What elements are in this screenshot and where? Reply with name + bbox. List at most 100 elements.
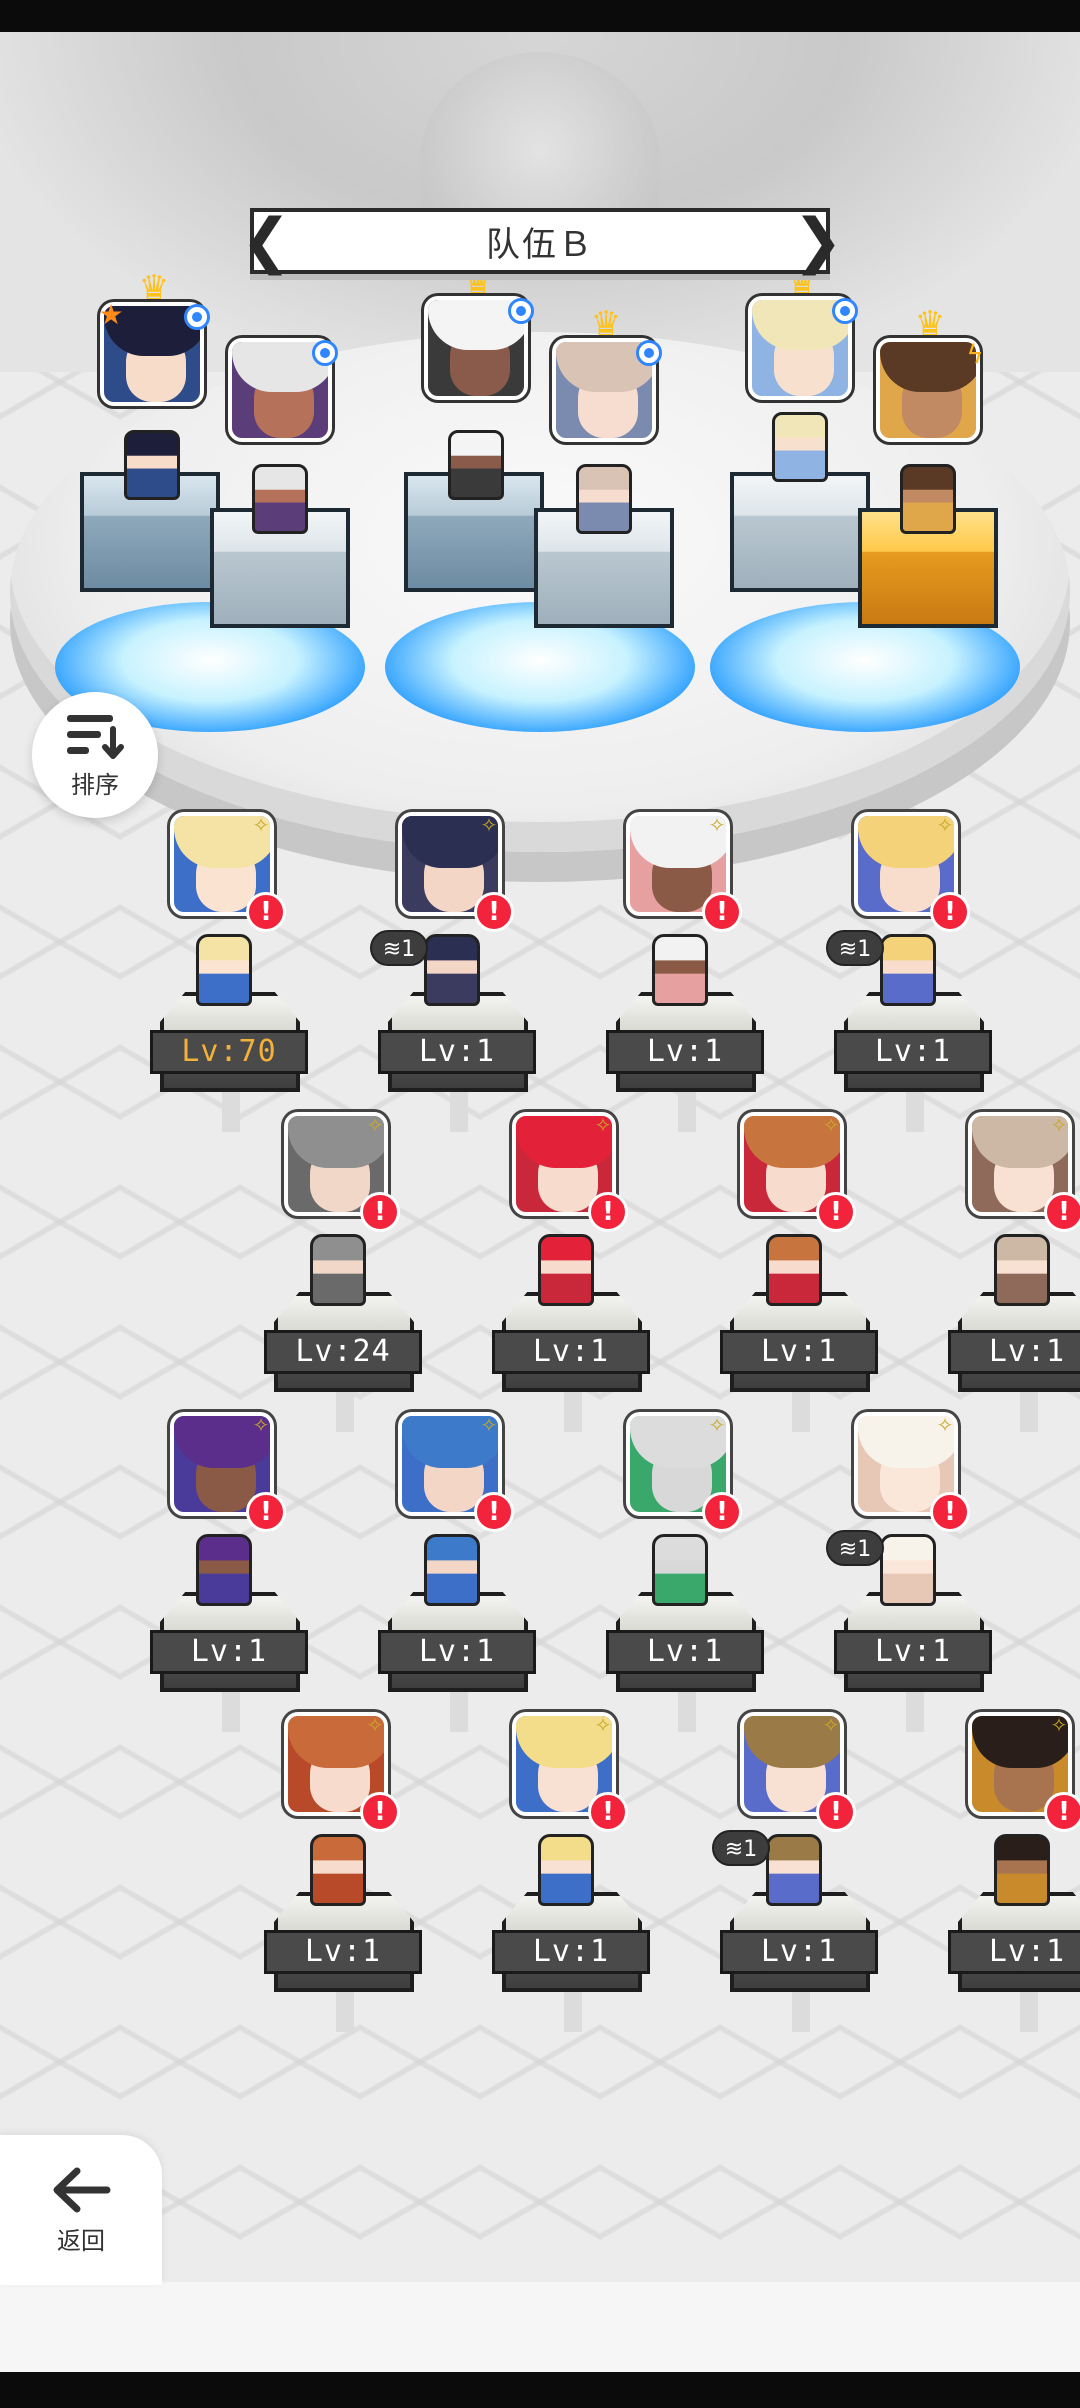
hero-figure <box>994 1834 1050 1906</box>
hero-level: Lv:1 <box>948 1330 1080 1374</box>
back-button[interactable]: 返回 <box>0 2135 162 2285</box>
alert-icon: ! <box>246 892 286 932</box>
alert-icon: ! <box>474 892 514 932</box>
hero-level: Lv:1 <box>720 1330 878 1374</box>
hero-figure <box>652 934 708 1006</box>
hero-figure <box>880 1534 936 1606</box>
hero-level: Lv:1 <box>150 1630 308 1674</box>
copies-badge: ≋1 <box>712 1830 770 1866</box>
lightning-icon: ϟ <box>966 340 984 370</box>
hero-level: Lv:70 <box>150 1030 308 1074</box>
hero-figure <box>196 934 252 1006</box>
team-title: 队伍Ｂ <box>486 224 594 265</box>
hero-level: Lv:1 <box>606 1030 764 1074</box>
formation-hero-figure[interactable] <box>124 430 180 500</box>
next-team-button[interactable]: ❯ <box>793 208 843 274</box>
hero-card[interactable]: Lv:24 ✧! <box>264 1112 434 1412</box>
hero-card[interactable]: Lv:1 ✧! <box>264 1712 434 2012</box>
hero-figure <box>994 1234 1050 1306</box>
copies-badge: ≋1 <box>370 930 428 966</box>
hero-card[interactable]: Lv:1 ✧! <box>378 1412 548 1712</box>
alert-icon: ! <box>246 1492 286 1532</box>
alert-icon: ! <box>702 892 742 932</box>
hero-figure <box>196 1534 252 1606</box>
sparkle-icon: ✧ <box>366 1713 384 1737</box>
hero-card[interactable]: Lv:1 ✧! <box>606 812 776 1112</box>
alert-icon: ! <box>360 1792 400 1832</box>
alert-icon: ! <box>930 892 970 932</box>
formation-pedestal <box>730 472 870 592</box>
hero-figure <box>538 1834 594 1906</box>
formation-hero-figure[interactable] <box>252 464 308 534</box>
hero-level: Lv:24 <box>264 1330 422 1374</box>
element-badge-icon <box>508 298 534 324</box>
sparkle-icon: ✧ <box>1050 1113 1068 1137</box>
sparkle-icon: ✧ <box>594 1113 612 1137</box>
hero-level: Lv:1 <box>378 1030 536 1074</box>
sparkle-icon: ✧ <box>366 1113 384 1137</box>
alert-icon: ! <box>1044 1792 1080 1832</box>
sparkle-icon: ✧ <box>480 813 498 837</box>
formation-hero-figure[interactable] <box>448 430 504 500</box>
hero-card[interactable]: Lv:1 ✧! ≋1 <box>370 812 548 1112</box>
sparkle-icon: ✧ <box>252 813 270 837</box>
copies-badge: ≋1 <box>826 930 884 966</box>
sparkle-icon: ✧ <box>708 1413 726 1437</box>
hero-figure <box>310 1834 366 1906</box>
hero-card[interactable]: Lv:70 ✧! <box>150 812 320 1112</box>
hero-figure <box>424 934 480 1006</box>
hero-card[interactable]: Lv:1 ✧! ≋1 <box>826 812 1004 1112</box>
game-stage: ♛ ★ ♛ ♛ ♛ ♛ ϟ 排序 Lv:70 ✧! Lv:1 ✧! ≋1 Lv:1 ✧! Lv:1 ✧! ≋1… <box>0 32 1080 2282</box>
hero-level: Lv:1 <box>606 1630 764 1674</box>
hero-level: Lv:1 <box>720 1930 878 1974</box>
sparkle-icon: ✧ <box>594 1713 612 1737</box>
element-badge-icon <box>312 340 338 366</box>
hero-card[interactable]: Lv:1 ✧! <box>492 1112 662 1412</box>
sort-button[interactable]: 排序 <box>32 692 158 818</box>
hero-card[interactable]: Lv:1 ✧! <box>948 1112 1080 1412</box>
crown-icon: ♛ <box>914 304 946 344</box>
hero-card[interactable]: Lv:1 ✧! <box>606 1412 776 1712</box>
hero-level: Lv:1 <box>378 1630 536 1674</box>
alert-icon: ! <box>588 1192 628 1232</box>
arrow-left-icon <box>53 2167 111 2212</box>
hero-level: Lv:1 <box>492 1330 650 1374</box>
sparkle-icon: ✧ <box>822 1113 840 1137</box>
element-badge-icon <box>636 340 662 366</box>
crown-icon: ♛ <box>138 268 170 308</box>
hero-card[interactable]: Lv:1 ✧! ≋1 <box>826 1412 1004 1712</box>
sparkle-icon: ✧ <box>1050 1713 1068 1737</box>
sparkle-icon: ✧ <box>480 1413 498 1437</box>
formation-hero-figure[interactable] <box>772 412 828 482</box>
hero-card[interactable]: Lv:1 ✧! ≋1 <box>712 1712 890 2012</box>
sort-label: 排序 <box>71 770 119 799</box>
hero-level: Lv:1 <box>264 1930 422 1974</box>
hero-card[interactable]: Lv:1 ✧! <box>150 1412 320 1712</box>
formation-hero-figure[interactable] <box>576 464 632 534</box>
hero-card[interactable]: Lv:1 ✧! <box>492 1712 662 2012</box>
hero-card[interactable]: Lv:1 ✧! <box>948 1712 1080 2012</box>
alert-icon: ! <box>588 1792 628 1832</box>
alert-icon: ! <box>930 1492 970 1532</box>
footer-strip <box>0 2282 1080 2372</box>
sparkle-icon: ✧ <box>936 813 954 837</box>
hero-level: Lv:1 <box>834 1630 992 1674</box>
hero-card[interactable]: Lv:1 ✧! <box>720 1112 890 1412</box>
back-label: 返回 <box>57 2226 105 2255</box>
crown-icon: ♛ <box>590 304 622 344</box>
team-title-banner: 队伍Ｂ <box>250 208 830 274</box>
element-badge-icon <box>832 298 858 324</box>
alert-icon: ! <box>702 1492 742 1532</box>
hero-level: Lv:1 <box>492 1930 650 1974</box>
prev-team-button[interactable]: ❮ <box>241 208 291 274</box>
alert-icon: ! <box>474 1492 514 1532</box>
hero-figure <box>880 934 936 1006</box>
hero-figure <box>766 1834 822 1906</box>
sparkle-icon: ✧ <box>822 1713 840 1737</box>
formation-hero-figure[interactable] <box>900 464 956 534</box>
leader-star-icon: ★ <box>98 298 124 331</box>
sparkle-icon: ✧ <box>708 813 726 837</box>
hero-level: Lv:1 <box>948 1930 1080 1974</box>
hero-level: Lv:1 <box>834 1030 992 1074</box>
alert-icon: ! <box>816 1192 856 1232</box>
